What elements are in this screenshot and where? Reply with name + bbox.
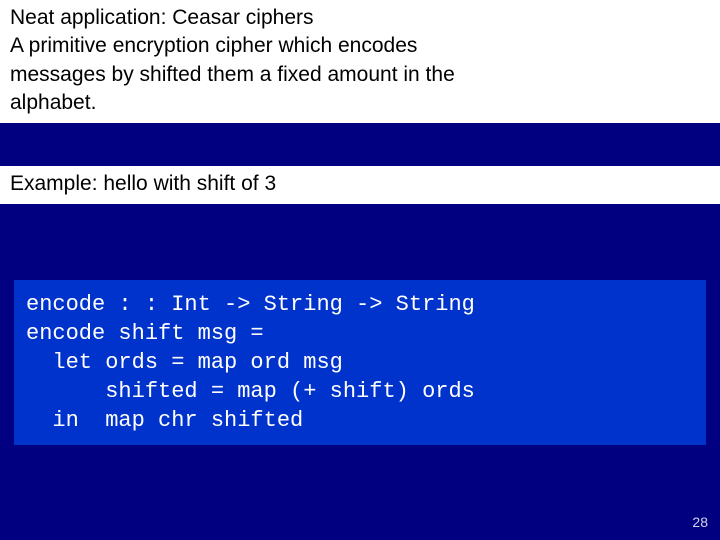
intro-line-4: alphabet. (10, 91, 96, 114)
page-number: 28 (692, 514, 708, 530)
example-line: Example: hello with shift of 3 (10, 172, 276, 195)
intro-line-1: Neat application: Ceasar ciphers (10, 6, 314, 29)
code-line-2: encode shift msg = (26, 321, 264, 346)
code-line-5: in map chr shifted (26, 408, 303, 433)
code-line-3: let ords = map ord msg (26, 350, 343, 375)
intro-text: Neat application: Ceasar ciphers A primi… (0, 0, 720, 123)
intro-line-3: messages by shifted them a fixed amount … (10, 63, 455, 86)
example-text: Example: hello with shift of 3 (0, 166, 720, 204)
intro-line-2: A primitive encryption cipher which enco… (10, 34, 417, 57)
code-line-4: shifted = map (+ shift) ords (26, 379, 475, 404)
code-block: encode : : Int -> String -> String encod… (14, 280, 706, 445)
code-line-1: encode : : Int -> String -> String (26, 292, 475, 317)
